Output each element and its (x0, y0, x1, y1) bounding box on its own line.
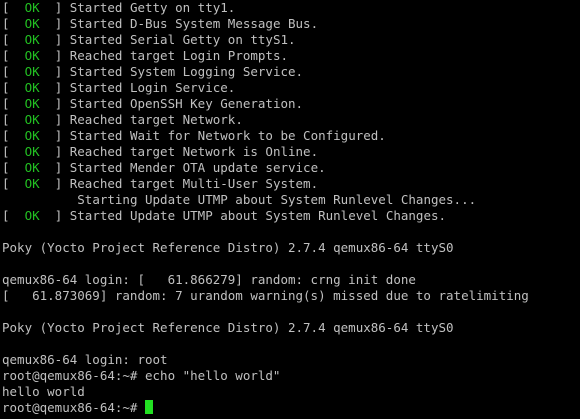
boot-status-line: [ OK ] Reached target Network is Online. (2, 144, 319, 159)
ok-status: OK (24, 64, 40, 79)
shell-prompt: root@qemux86-64:~# (2, 400, 145, 415)
boot-status-line: [ OK ] Reached target Network. (2, 112, 243, 127)
ok-status: OK (24, 160, 40, 175)
banner-line: Poky (Yocto Project Reference Distro) 2.… (2, 320, 454, 335)
status-message: Started OpenSSH Key Generation. (69, 96, 304, 111)
ok-status: OK (24, 96, 40, 111)
boot-status-line: [ OK ] Started System Logging Service. (2, 64, 304, 79)
boot-status-line: [ OK ] Started Getty on tty1. (2, 0, 236, 15)
ok-status: OK (24, 0, 40, 15)
ok-status: OK (24, 80, 40, 95)
status-message: Started Login Service. (69, 80, 236, 95)
ok-status: OK (24, 208, 40, 223)
status-message: Started System Logging Service. (69, 64, 304, 79)
ok-status: OK (24, 128, 40, 143)
boot-status-line: [ OK ] Started Mender OTA update service… (2, 160, 326, 175)
boot-status-line: [ OK ] Reached target Login Prompts. (2, 48, 288, 63)
ok-status: OK (24, 32, 40, 47)
boot-status-line: [ OK ] Started Wait for Network to be Co… (2, 128, 386, 143)
boot-status-line: [ OK ] Reached target Multi-User System. (2, 176, 319, 191)
command-output: hello world (2, 384, 85, 399)
banner-line: Poky (Yocto Project Reference Distro) 2.… (2, 240, 454, 255)
ok-status: OK (24, 48, 40, 63)
status-message: Started Mender OTA update service. (69, 160, 326, 175)
status-message: Started Getty on tty1. (69, 0, 236, 15)
status-message: Started D-Bus System Message Bus. (69, 16, 319, 31)
boot-status-line: [ OK ] Started D-Bus System Message Bus. (2, 16, 319, 31)
random-warning-line: [ 61.873069] random: 7 urandom warning(s… (2, 288, 529, 303)
prompt-line[interactable]: root@qemux86-64:~# (2, 400, 580, 416)
boot-status-line: [ OK ] Started OpenSSH Key Generation. (2, 96, 304, 111)
status-message: Reached target Network. (69, 112, 243, 127)
status-message: Reached target Login Prompts. (69, 48, 288, 63)
starting-line: Starting Update UTMP about System Runlev… (77, 192, 477, 207)
status-message: Reached target Multi-User System. (69, 176, 319, 191)
command-line: root@qemux86-64:~# echo "hello world" (2, 368, 281, 383)
login-random-line: qemux86-64 login: [ 61.866279] random: c… (2, 272, 416, 287)
ok-status: OK (24, 144, 40, 159)
ok-status: OK (24, 16, 40, 31)
ok-status: OK (24, 176, 40, 191)
login-line: qemux86-64 login: root (2, 352, 168, 367)
cursor[interactable] (145, 400, 153, 414)
boot-status-line: [ OK ] Started Serial Getty on ttyS1. (2, 32, 296, 47)
terminal-window[interactable]: [ OK ] Started Getty on tty1.[ OK ] Star… (0, 0, 580, 419)
status-message: Started Serial Getty on ttyS1. (69, 32, 296, 47)
status-message: Started Wait for Network to be Configure… (69, 128, 386, 143)
boot-status-lines: [ OK ] Started Getty on tty1.[ OK ] Star… (2, 0, 580, 192)
ok-status: OK (24, 112, 40, 127)
status-message: Reached target Network is Online. (69, 144, 319, 159)
final-status-line: [ OK ] Started Update UTMP about System … (2, 208, 447, 223)
boot-status-line: [ OK ] Started Login Service. (2, 80, 236, 95)
